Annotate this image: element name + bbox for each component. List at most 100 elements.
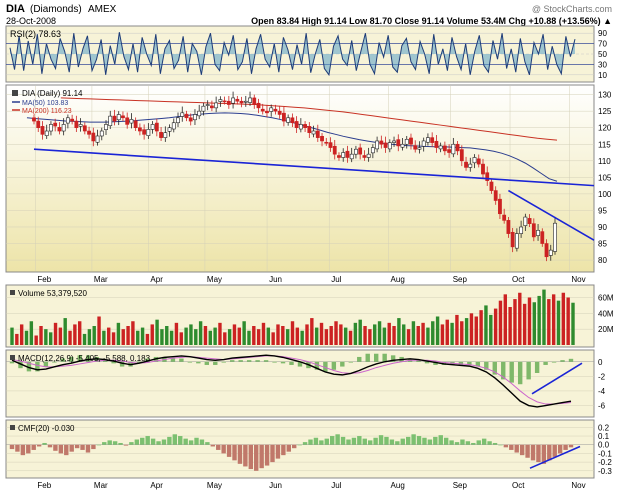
cmf-bar [487, 441, 492, 445]
candle-body [116, 114, 121, 121]
cmf-bar [552, 444, 557, 457]
candle-body [222, 100, 227, 103]
cmf-bar [503, 444, 509, 448]
candle-body [286, 117, 291, 123]
macd-tick-label: 0 [598, 358, 603, 367]
cmf-bar [15, 444, 20, 452]
price-panel: 130 125 120 115 110 105 100 95 90 85 80 Feb Mar Apr M… [5, 84, 612, 284]
volume-bar [223, 332, 227, 345]
price-tick-label: 110 [598, 157, 611, 166]
volume-bar [334, 321, 338, 345]
volume-bar [518, 292, 522, 345]
volume-bar [547, 299, 551, 345]
volume-bar [426, 327, 430, 345]
cmf-bar [454, 442, 460, 445]
cmf-bar [335, 434, 340, 445]
candle-body [57, 127, 62, 132]
candle-body [125, 117, 130, 125]
price-tick-label: 100 [598, 190, 612, 199]
cmf-month-label: Aug [391, 481, 405, 490]
cmf-bar [292, 444, 297, 449]
candle-body [345, 150, 350, 158]
volume-bar [445, 319, 449, 345]
candle-body [273, 108, 278, 112]
macd-hist-bar [340, 361, 345, 367]
volume-bar [116, 322, 121, 345]
cmf-bar [9, 444, 15, 450]
price-tick-label: 95 [598, 206, 607, 215]
volume-bar [237, 327, 242, 345]
cmf-bar [156, 441, 161, 445]
cmf-bar [69, 444, 74, 452]
cmf-bar [313, 437, 319, 445]
macd-hist-bar [263, 360, 269, 362]
volume-bar [305, 324, 309, 345]
volume-bar [300, 330, 304, 345]
cmf-bar [498, 444, 503, 446]
macd-hist-bar [382, 353, 387, 362]
volume-bar [329, 326, 333, 345]
cmf-bar [568, 444, 574, 448]
cmf-bar [324, 438, 329, 445]
cmf-tick-label: 0.2 [598, 423, 610, 432]
volume-bar [145, 333, 150, 345]
candle-body [536, 229, 540, 236]
candle-body [176, 117, 180, 124]
candle-body [548, 249, 553, 256]
volume-bar [261, 322, 266, 345]
candle-body [510, 231, 515, 248]
candle-body [540, 231, 545, 244]
candle-body [163, 132, 168, 138]
volume-bar [208, 330, 212, 345]
cmf-bar [259, 444, 264, 469]
volume-bar [464, 318, 469, 345]
cmf-bar [74, 444, 80, 449]
candle-body [502, 214, 507, 221]
candle-body [430, 137, 435, 143]
cmf-bar [476, 440, 481, 445]
volume-tick-label: 40M [598, 309, 614, 318]
macd-title-text: MACD(12,26,9) -5.405, -5.588, 0.183 [18, 354, 151, 363]
macd-hist-bar [170, 358, 176, 362]
volume-bar [571, 302, 575, 345]
volume-bar [455, 314, 459, 345]
cmf-panel: 0.20.10.0-0.1-0.2-0.3 Feb Mar Apr May Jun Jul… [5, 419, 612, 490]
candle-body [303, 124, 307, 129]
volume-bar [213, 327, 217, 345]
candle-body [514, 233, 519, 249]
volume-bar [102, 330, 106, 345]
candle-body [44, 130, 49, 136]
candle-body [167, 127, 172, 132]
macd-hist-bar [213, 361, 218, 365]
candle-body [544, 243, 549, 258]
volume-bar [247, 330, 251, 345]
volume-bar [276, 324, 280, 345]
month-label: Nov [571, 275, 585, 284]
cmf-x-tick-labels: Feb Mar Apr May Jun Jul Aug Sep Oct Nov [37, 481, 585, 490]
cmf-bar [42, 442, 47, 445]
macd-hist-bar [560, 360, 565, 362]
cmf-bar [26, 444, 31, 454]
candle-body [404, 138, 409, 145]
price-x-tick-labels: Feb Mar Apr May Jun Jul Aug Sep Oct Nov [37, 275, 585, 284]
cmf-month-label: Mar [94, 481, 108, 490]
cmf-bar [270, 444, 275, 463]
volume-bar [169, 330, 174, 345]
macd-hist-bar [568, 358, 574, 362]
month-label: Jun [269, 275, 282, 284]
candle-body [451, 143, 456, 155]
volume-bar [271, 332, 275, 345]
volume-title-text: Volume 53,379,520 [18, 289, 87, 298]
candle-body [324, 141, 329, 144]
cmf-bar [178, 436, 183, 445]
candle-body [235, 98, 240, 102]
candle-body [379, 140, 384, 145]
volume-bar [121, 329, 125, 345]
candle-body [320, 136, 324, 142]
candle-body [61, 124, 66, 132]
month-label: Oct [512, 275, 525, 284]
volume-y-tick-labels: 60M 40M 20M [598, 294, 614, 335]
volume-bar [421, 322, 425, 345]
cmf-bar [226, 444, 232, 457]
volume-bar [556, 300, 561, 345]
